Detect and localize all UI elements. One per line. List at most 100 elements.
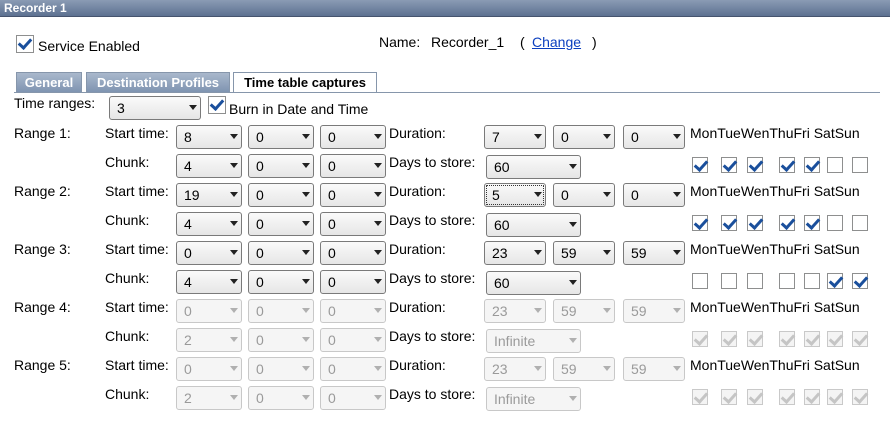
range-3-sat-checkbox[interactable]	[827, 273, 843, 289]
range-5-wen-checkbox[interactable]	[747, 389, 763, 405]
range-4-fri-checkbox[interactable]	[804, 331, 820, 347]
range-1-duration-second-select[interactable]: 0	[623, 125, 685, 149]
range-2-chunk-second-select[interactable]: 0	[320, 212, 386, 236]
range-1-start-hour-select[interactable]: 8	[176, 125, 242, 149]
range-3-fri-checkbox[interactable]	[804, 273, 820, 289]
tab-time-table-captures[interactable]: Time table captures	[233, 72, 377, 93]
range-1-duration-hour-select[interactable]: 7	[484, 125, 546, 149]
range-4-duration-second-select-value: 59	[631, 303, 647, 319]
range-4-start-minute-select[interactable]: 0	[248, 299, 314, 323]
range-5-chunk-hour-select[interactable]: 2	[176, 386, 242, 410]
range-2-duration-minute-select[interactable]: 0	[553, 183, 615, 207]
range-3-chunk-second-select[interactable]: 0	[320, 270, 386, 294]
range-1-start-minute-select[interactable]: 0	[248, 125, 314, 149]
range-2-start-minute-select[interactable]: 0	[248, 183, 314, 207]
range-1-tue-checkbox[interactable]	[721, 157, 737, 173]
range-3-wen-checkbox[interactable]	[747, 273, 763, 289]
range-4-thu-checkbox[interactable]	[779, 331, 795, 347]
range-1-chunk-second-select-value: 0	[328, 158, 336, 174]
range-1-sun-checkbox[interactable]	[852, 157, 868, 173]
range-4-start-hour-select[interactable]: 0	[176, 299, 242, 323]
range-4-days-to-store-select[interactable]: Infinite	[486, 329, 581, 353]
range-4-duration-minute-select[interactable]: 59	[553, 299, 615, 323]
range-2-wen-checkbox[interactable]	[747, 215, 763, 231]
range-5-duration-hour-select[interactable]: 23	[484, 357, 546, 381]
range-2-duration-second-select[interactable]: 0	[623, 183, 685, 207]
burn-in-checkbox[interactable]	[208, 96, 226, 114]
range-2-chunk-hour-select[interactable]: 4	[176, 212, 242, 236]
range-5-start-minute-select[interactable]: 0	[248, 357, 314, 381]
range-3-chunk-minute-select[interactable]: 0	[248, 270, 314, 294]
range-3-thu-checkbox[interactable]	[779, 273, 795, 289]
chevron-down-icon	[302, 163, 310, 168]
range-3-start-minute-select[interactable]: 0	[248, 241, 314, 265]
range-2-sat-checkbox[interactable]	[827, 215, 843, 231]
range-5-start-hour-select[interactable]: 0	[176, 357, 242, 381]
range-1-thu-checkbox[interactable]	[779, 157, 795, 173]
chevron-down-icon	[302, 134, 310, 139]
range-1-fri-checkbox[interactable]	[804, 157, 820, 173]
range-2-days-to-store-select[interactable]: 60	[486, 213, 581, 237]
range-5-fri-checkbox[interactable]	[804, 389, 820, 405]
range-3-duration-second-select[interactable]: 59	[623, 241, 685, 265]
range-4-chunk-hour-select[interactable]: 2	[176, 328, 242, 352]
range-1-wen-checkbox[interactable]	[747, 157, 763, 173]
range-5-tue-checkbox[interactable]	[721, 389, 737, 405]
range-5-thu-checkbox[interactable]	[779, 389, 795, 405]
range-4-sun-checkbox[interactable]	[852, 331, 868, 347]
range-2-chunk-minute-select[interactable]: 0	[248, 212, 314, 236]
range-2-mon-checkbox[interactable]	[692, 215, 708, 231]
time-ranges-select[interactable]: 3	[109, 96, 201, 120]
range-5-duration-minute-select[interactable]: 59	[553, 357, 615, 381]
range-1-chunk-minute-select[interactable]: 0	[248, 154, 314, 178]
range-4-wen-checkbox[interactable]	[747, 331, 763, 347]
range-4-sat-checkbox[interactable]	[827, 331, 843, 347]
range-1-start-second-select[interactable]: 0	[320, 125, 386, 149]
range-2-duration-hour-select[interactable]: 5	[484, 183, 546, 207]
service-enabled-checkbox[interactable]	[16, 35, 34, 53]
change-name-link[interactable]: Change	[532, 34, 581, 50]
range-3-sun-checkbox[interactable]	[852, 273, 868, 289]
range-1-days-to-store-select[interactable]: 60	[486, 155, 581, 179]
range-2-days-to-store-select-value: 60	[494, 217, 510, 233]
range-1-duration-minute-select[interactable]: 0	[553, 125, 615, 149]
range-3-mon-checkbox[interactable]	[692, 273, 708, 289]
range-1-chunk-second-select[interactable]: 0	[320, 154, 386, 178]
chunk-label: Chunk:	[105, 386, 150, 402]
start-time-label: Start time:	[105, 299, 169, 315]
range-5-chunk-second-select[interactable]: 0	[320, 386, 386, 410]
range-1-chunk-hour-select[interactable]: 4	[176, 154, 242, 178]
range-5-days-to-store-select[interactable]: Infinite	[486, 387, 581, 411]
range-3-chunk-hour-select[interactable]: 4	[176, 270, 242, 294]
range-2-thu-checkbox[interactable]	[779, 215, 795, 231]
range-4-chunk-minute-select[interactable]: 0	[248, 328, 314, 352]
range-3-days-to-store-select[interactable]: 60	[486, 271, 581, 295]
range-1-mon-checkbox[interactable]	[692, 157, 708, 173]
range-5-mon-checkbox[interactable]	[692, 389, 708, 405]
range-4-duration-second-select[interactable]: 59	[623, 299, 685, 323]
range-5-duration-second-select[interactable]: 59	[623, 357, 685, 381]
range-3-tue-checkbox[interactable]	[721, 273, 737, 289]
range-5-chunk-minute-select[interactable]: 0	[248, 386, 314, 410]
range-2-sun-checkbox[interactable]	[852, 215, 868, 231]
range-5-start-second-select[interactable]: 0	[320, 357, 386, 381]
range-2-start-hour-select[interactable]: 19	[176, 183, 242, 207]
range-3-duration-minute-select[interactable]: 59	[553, 241, 615, 265]
range-3-start-second-select[interactable]: 0	[320, 241, 386, 265]
range-4-chunk-second-select[interactable]: 0	[320, 328, 386, 352]
range-4-tue-checkbox[interactable]	[721, 331, 737, 347]
chevron-down-icon	[673, 366, 681, 371]
tab-general[interactable]: General	[16, 72, 82, 92]
range-4-mon-checkbox[interactable]	[692, 331, 708, 347]
range-4-start-second-select[interactable]: 0	[320, 299, 386, 323]
range-2-fri-checkbox[interactable]	[804, 215, 820, 231]
range-2-tue-checkbox[interactable]	[721, 215, 737, 231]
range-5-sun-checkbox[interactable]	[852, 389, 868, 405]
range-3-start-hour-select[interactable]: 0	[176, 241, 242, 265]
tab-destination-profiles[interactable]: Destination Profiles	[86, 72, 230, 92]
range-4-duration-hour-select[interactable]: 23	[484, 299, 546, 323]
range-2-start-second-select[interactable]: 0	[320, 183, 386, 207]
range-3-duration-hour-select[interactable]: 23	[484, 241, 546, 265]
range-5-sat-checkbox[interactable]	[827, 389, 843, 405]
range-1-sat-checkbox[interactable]	[827, 157, 843, 173]
